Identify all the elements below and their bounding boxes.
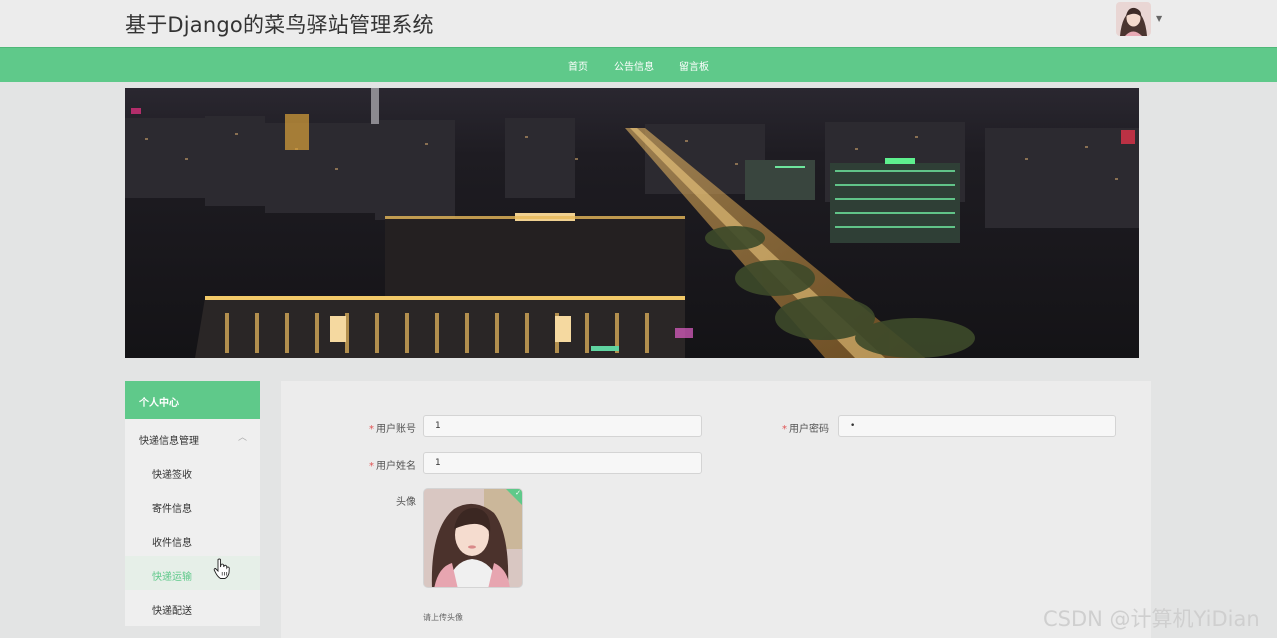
chevron-down-icon[interactable]: ▼ (1156, 14, 1162, 23)
sidebar-header[interactable]: 个人中心 (125, 381, 260, 419)
password-input[interactable]: • (838, 415, 1116, 437)
account-input[interactable]: 1 (423, 415, 702, 437)
watermark: CSDN @计算机YiDian (1043, 607, 1260, 631)
sidebar-item-receive[interactable]: 收件信息 (125, 522, 260, 556)
avatar-upload[interactable]: ✓ (423, 488, 523, 588)
nav-message-board[interactable]: 留言板 (679, 58, 709, 73)
sidebar-group-express[interactable]: 快递信息管理 ︿ (125, 419, 260, 454)
chevron-up-icon: ︿ (237, 433, 247, 443)
sidebar-item-sign[interactable]: 快递签收 (125, 454, 260, 488)
hand-cursor-icon (213, 558, 231, 584)
name-label: * 用户姓名 (369, 461, 416, 472)
nav-home[interactable]: 首页 (568, 58, 588, 73)
sidebar: 个人中心 快递信息管理 ︿ 快递签收 寄件信息 收件信息 快递运输 快递配送 (125, 381, 260, 626)
sidebar-item-delivery[interactable]: 快递配送 (125, 590, 260, 624)
check-icon: ✓ (515, 489, 521, 497)
user-avatar[interactable] (1116, 2, 1151, 36)
sidebar-item-transport[interactable]: 快递运输 (125, 556, 260, 590)
upload-tip: 请上传头像 (423, 613, 463, 622)
account-label: * 用户账号 (369, 424, 416, 435)
banner-image (125, 88, 1139, 358)
site-title: 基于Django的菜鸟驿站管理系统 (125, 13, 434, 37)
sidebar-item-send[interactable]: 寄件信息 (125, 488, 260, 522)
nav-announcements[interactable]: 公告信息 (614, 58, 654, 73)
name-input[interactable]: 1 (423, 452, 702, 474)
password-label: * 用户密码 (782, 424, 829, 435)
avatar-label: 头像 (396, 497, 416, 508)
main-nav: 首页 公告信息 留言板 (0, 47, 1277, 82)
top-bar: 基于Django的菜鸟驿站管理系统 ▼ (0, 0, 1277, 47)
sidebar-group-label: 快递信息管理 (139, 436, 199, 447)
profile-form: * 用户账号 1 * 用户密码 • * 用户姓名 1 头像 ✓ 请上传头像 (281, 381, 1151, 638)
